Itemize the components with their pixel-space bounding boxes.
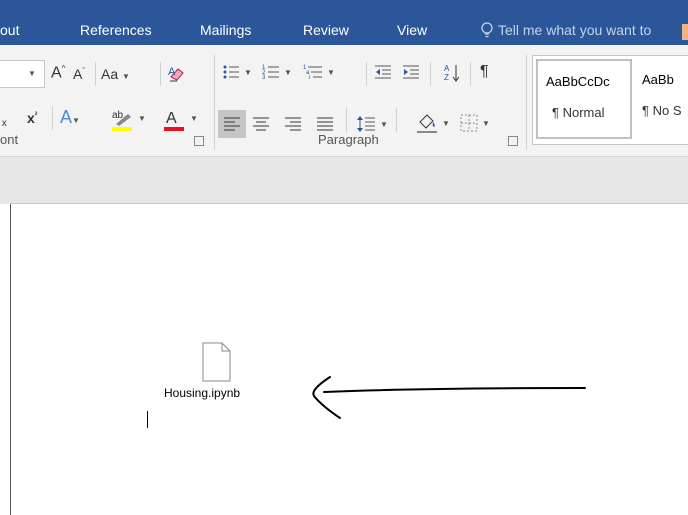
align-center-icon[interactable] [252,116,270,135]
svg-text:Z: Z [444,73,449,82]
chevron-down-icon: ▼ [28,69,36,78]
tab-references[interactable]: References [80,22,152,38]
chevron-down-icon: ▼ [327,68,335,77]
separator [430,62,431,86]
separator [346,108,347,132]
subscript-icon[interactable]: ₓ [2,112,7,128]
align-left-button[interactable] [218,110,246,138]
separator [526,55,527,150]
numbering-icon: 1 2 3 [262,65,279,81]
align-left-icon [224,117,240,131]
borders-icon [460,114,478,132]
highlight-color-button[interactable]: ab ▼ [110,106,146,135]
style-sample-text: AaBbCcDc [546,74,610,89]
separator [214,55,215,150]
chevron-down-icon: ▼ [442,119,450,128]
style-no-spacing[interactable]: AaBb ¶ No S [636,59,688,139]
multilevel-list-icon: 1 a i [303,65,322,81]
style-name-label: ¶ No S [642,103,682,118]
tab-mailings[interactable]: Mailings [200,22,251,38]
style-normal[interactable]: AaBbCcDc ¶ Normal [536,59,632,139]
svg-text:A: A [168,66,176,78]
tab-view[interactable]: View [397,22,427,38]
separator [160,62,161,86]
separator [52,106,53,130]
separator [396,108,397,132]
sort-icon[interactable]: A Z [444,63,462,86]
style-name-label: ¶ Normal [552,105,605,120]
change-case-button[interactable]: Aa ▼ [101,66,130,82]
tab-layout[interactable]: out [0,22,19,38]
bullets-icon [223,65,239,79]
lightbulb-icon [481,22,493,38]
tell-me-cursor [682,24,688,40]
file-icon[interactable] [200,342,232,382]
chevron-down-icon: ▼ [482,119,490,128]
tell-me-search[interactable]: Tell me what you want to [480,22,651,38]
style-sample-text: AaBb [642,72,674,87]
separator [470,62,471,86]
change-case-label: Aa [101,66,119,82]
arrow-annotation [312,376,586,419]
separator [366,62,367,86]
chevron-down-icon: ▼ [138,114,146,123]
borders-button[interactable]: ▼ [460,114,490,135]
decrease-indent-icon[interactable] [374,63,392,84]
multilevel-list-button[interactable]: 1 a i ▼ [303,63,335,84]
shading-button[interactable]: ▼ [416,112,450,137]
font-group-label: ont [0,132,19,147]
font-color-button[interactable]: A ▼ [163,106,198,135]
ribbon-tab-bar: out References Mailings Review View Tell… [0,0,688,45]
font-dialog-launcher-icon[interactable] [194,136,204,146]
tab-review[interactable]: Review [303,22,349,38]
document-page[interactable] [10,204,688,515]
attachment-filename[interactable]: Housing.ipynb [164,386,240,400]
clear-formatting-icon[interactable]: A [167,64,187,87]
shrink-font-icon[interactable]: Aˇ [73,66,85,82]
chevron-down-icon: ▼ [244,68,252,77]
separator [95,62,96,86]
paragraph-group-label: Paragraph [318,132,379,147]
bullets-button[interactable]: ▼ [222,63,252,84]
chevron-down-icon: ▼ [190,114,198,123]
increase-indent-icon[interactable] [402,63,420,84]
chevron-down-icon: ▼ [380,120,388,129]
show-paragraph-marks-icon[interactable]: ¶ [480,63,489,81]
text-effects-icon[interactable]: A▼ [60,107,80,128]
text-cursor [147,411,148,428]
tell-me-text: Tell me what you want to [498,22,652,38]
grow-font-icon[interactable]: A^ [51,64,65,82]
font-color-icon: A [164,110,184,131]
chevron-down-icon: ▼ [122,72,130,81]
chevron-down-icon: ▼ [284,68,292,77]
font-size-box[interactable]: ▼ [0,60,45,88]
svg-text:A: A [166,110,177,127]
paragraph-dialog-launcher-icon[interactable] [508,136,518,146]
svg-text:A: A [444,64,450,73]
align-right-icon[interactable] [284,116,302,135]
document-background [0,157,688,204]
superscript-icon[interactable]: x² [27,110,37,126]
highlighter-icon: ab [112,110,132,131]
svg-text:i: i [309,75,310,81]
numbering-button[interactable]: 1 2 3 ▼ [262,63,292,84]
svg-text:3: 3 [262,75,266,81]
paint-bucket-icon [417,114,437,133]
line-spacing-icon [357,116,375,132]
